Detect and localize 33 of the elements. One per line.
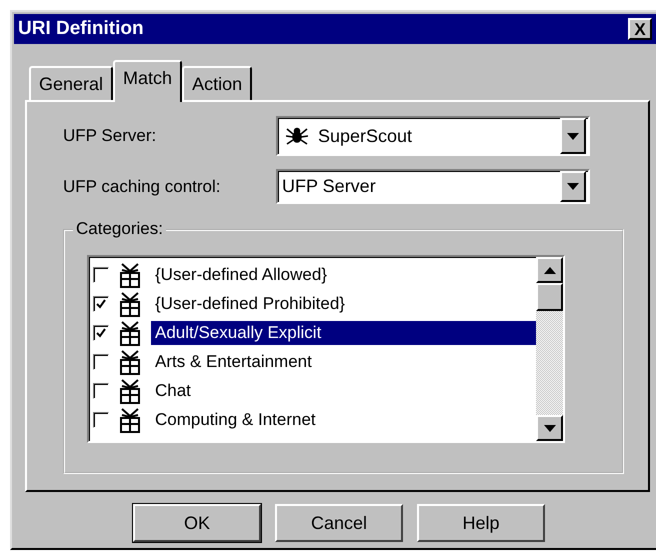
category-list[interactable]: {User-defined Allowed} {User-defined Prohibited} Adult/Sexually Explicit Arts & Entertainment Chat Computing & Internet xyxy=(87,255,565,443)
scroll-down-icon[interactable] xyxy=(536,415,563,441)
scroll-up-icon[interactable] xyxy=(536,257,563,283)
list-item[interactable]: Chat xyxy=(151,378,536,402)
tab[interactable]: Action xyxy=(182,66,252,100)
group-label: Categories: xyxy=(73,219,166,239)
close-button[interactable]: X xyxy=(628,18,652,40)
dropdown-value: SuperScout xyxy=(318,126,412,146)
gift-icon xyxy=(119,290,141,316)
dropdown-value: UFP Server xyxy=(282,176,376,197)
server-dropdown[interactable]: SuperScout xyxy=(276,116,590,156)
gift-icon xyxy=(119,320,141,346)
field-label: UFP caching control: xyxy=(63,176,222,196)
gift-icon xyxy=(119,378,141,404)
tab[interactable]: Match xyxy=(113,60,182,102)
scrollbar[interactable] xyxy=(536,257,563,441)
scroll-thumb[interactable] xyxy=(536,283,563,311)
dialog-button[interactable]: OK xyxy=(133,504,261,542)
gift-icon xyxy=(119,406,141,432)
tab[interactable]: General xyxy=(29,66,114,100)
list-item[interactable]: Arts & Entertainment xyxy=(151,350,536,374)
field-label: UFP Server: xyxy=(63,126,158,146)
list-item[interactable]: {User-defined Allowed} xyxy=(151,262,536,286)
list-item[interactable]: Computing & Internet xyxy=(151,408,536,432)
window-title: URI Definition xyxy=(18,18,144,40)
dialog-button[interactable]: Help xyxy=(417,504,545,542)
spider-icon xyxy=(286,127,308,145)
dialog-button[interactable]: Cancel xyxy=(275,504,403,542)
list-item[interactable]: {User-defined Prohibited} xyxy=(151,292,536,316)
gift-icon xyxy=(119,348,141,374)
gift-icon xyxy=(119,262,141,288)
list-item[interactable]: Adult/Sexually Explicit xyxy=(151,320,536,344)
caching-dropdown[interactable]: UFP Server xyxy=(276,169,590,204)
